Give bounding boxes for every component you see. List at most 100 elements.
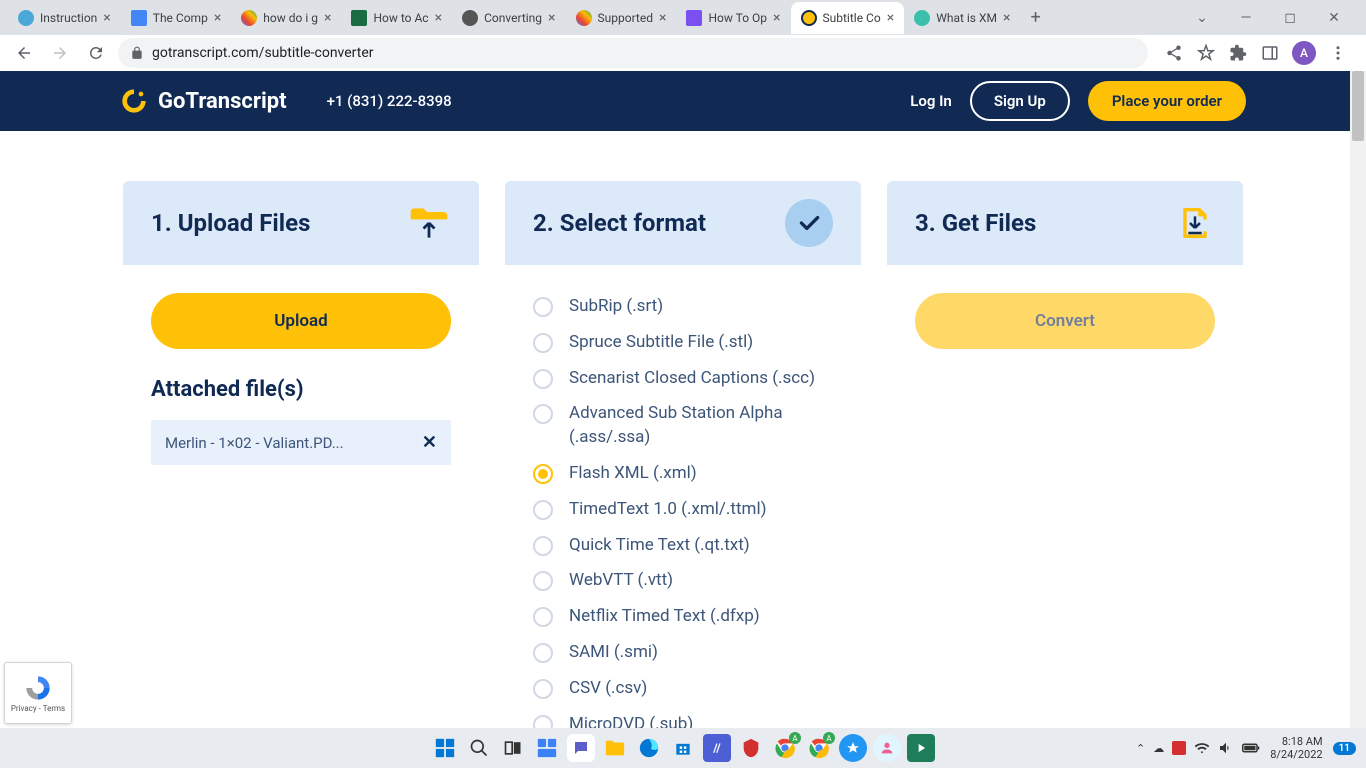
format-option-4[interactable]: Flash XML (.xml): [533, 460, 833, 488]
star-icon[interactable]: [1196, 43, 1216, 63]
close-icon[interactable]: ×: [214, 10, 221, 26]
tab-6[interactable]: How To Op×: [676, 2, 790, 34]
tray-battery-icon[interactable]: [1242, 742, 1260, 754]
tab-3[interactable]: How to Ac×: [341, 2, 452, 34]
tab-4[interactable]: Converting×: [452, 2, 565, 34]
attached-file-chip: Merlin - 1×02 - Valiant.PD... ✕: [151, 420, 451, 465]
reload-button[interactable]: [82, 39, 110, 67]
tray-chevron-icon[interactable]: ⌃: [1136, 742, 1145, 755]
url-text: gotranscript.com/subtitle-converter: [152, 45, 374, 61]
format-option-11[interactable]: MicroDVD (.sub): [533, 711, 833, 728]
radio-icon: [533, 369, 553, 389]
clock[interactable]: 8:18 AM 8/24/2022: [1270, 735, 1322, 761]
task-view-icon[interactable]: [499, 734, 527, 762]
login-link[interactable]: Log In: [910, 92, 952, 110]
site-header: GoTranscript +1 (831) 222-8398 Log In Si…: [0, 71, 1366, 131]
upload-folder-icon: [407, 201, 451, 245]
file-name: Merlin - 1×02 - Valiant.PD...: [165, 434, 344, 452]
close-icon[interactable]: ×: [435, 10, 442, 26]
upload-button[interactable]: Upload: [151, 293, 451, 349]
app-icon-1[interactable]: //: [703, 734, 731, 762]
tray-wifi-icon[interactable]: [1194, 740, 1210, 756]
tab-2[interactable]: how do i g×: [231, 2, 341, 34]
format-option-10[interactable]: CSV (.csv): [533, 675, 833, 703]
remove-file-icon[interactable]: ✕: [422, 432, 437, 453]
notification-badge[interactable]: 11: [1333, 742, 1356, 755]
app-icon-2[interactable]: [737, 734, 765, 762]
close-icon[interactable]: ×: [659, 10, 666, 26]
format-label: Flash XML (.xml): [569, 462, 697, 486]
close-icon[interactable]: ×: [1003, 10, 1010, 26]
format-option-7[interactable]: WebVTT (.vtt): [533, 567, 833, 595]
format-card-title: 2. Select format: [533, 209, 706, 237]
logo[interactable]: GoTranscript: [120, 87, 287, 115]
logo-icon: [120, 87, 148, 115]
tab-bar: Instruction× The Comp× how do i g× How t…: [0, 0, 1366, 35]
format-option-6[interactable]: Quick Time Text (.qt.txt): [533, 532, 833, 560]
start-button[interactable]: [431, 734, 459, 762]
order-button[interactable]: Place your order: [1088, 81, 1246, 121]
tab-5[interactable]: Supported×: [566, 2, 677, 34]
chrome-icon-1[interactable]: A: [771, 734, 799, 762]
extensions-icon[interactable]: [1228, 43, 1248, 63]
format-label: Netflix Timed Text (.dfxp): [569, 605, 760, 629]
format-option-1[interactable]: Spruce Subtitle File (.stl): [533, 329, 833, 357]
format-option-3[interactable]: Advanced Sub Station Alpha (.ass/.ssa): [533, 400, 833, 452]
scrollbar-thumb[interactable]: [1352, 71, 1364, 141]
explorer-icon[interactable]: [601, 734, 629, 762]
maximize-icon[interactable]: ◻: [1278, 6, 1302, 30]
arrow-right-icon: [51, 44, 69, 62]
store-icon[interactable]: [669, 734, 697, 762]
chevron-down-icon[interactable]: ⌄: [1190, 6, 1214, 30]
edge-icon[interactable]: [635, 734, 663, 762]
address-bar-row: gotranscript.com/subtitle-converter A: [0, 35, 1366, 71]
format-option-9[interactable]: SAMI (.smi): [533, 639, 833, 667]
format-option-2[interactable]: Scenarist Closed Captions (.scc): [533, 365, 833, 393]
signup-button[interactable]: Sign Up: [970, 81, 1070, 121]
format-option-0[interactable]: SubRip (.srt): [533, 293, 833, 321]
new-tab-button[interactable]: +: [1020, 7, 1050, 28]
tab-7-active[interactable]: Subtitle Co×: [791, 2, 905, 34]
radio-icon: [533, 679, 553, 699]
close-icon[interactable]: ×: [548, 10, 555, 26]
format-label: Spruce Subtitle File (.stl): [569, 331, 753, 355]
chrome-icon-2[interactable]: A: [805, 734, 833, 762]
share-icon[interactable]: [1164, 43, 1184, 63]
close-icon[interactable]: ×: [887, 10, 894, 26]
widgets-icon[interactable]: [533, 734, 561, 762]
recaptcha-icon: [24, 674, 52, 702]
format-option-8[interactable]: Netflix Timed Text (.dfxp): [533, 603, 833, 631]
tray-cloud-icon[interactable]: ☁: [1153, 742, 1164, 755]
app-icon-4[interactable]: [873, 734, 901, 762]
scrollbar-track[interactable]: [1350, 71, 1366, 728]
search-icon[interactable]: [465, 734, 493, 762]
chat-icon[interactable]: [567, 734, 595, 762]
tab-1[interactable]: The Comp×: [121, 2, 232, 34]
convert-card-title: 3. Get Files: [915, 209, 1036, 237]
format-label: TimedText 1.0 (.xml/.ttml): [569, 498, 767, 522]
close-icon[interactable]: ×: [773, 10, 780, 26]
app-icon-5[interactable]: [907, 734, 935, 762]
tray-app-icon[interactable]: [1172, 741, 1186, 755]
close-icon[interactable]: ×: [103, 10, 110, 26]
profile-avatar[interactable]: A: [1292, 41, 1316, 65]
app-icon-3[interactable]: [839, 734, 867, 762]
format-label: SAMI (.smi): [569, 641, 658, 665]
address-bar[interactable]: gotranscript.com/subtitle-converter: [118, 38, 1148, 68]
close-icon[interactable]: ×: [324, 10, 331, 26]
format-option-5[interactable]: TimedText 1.0 (.xml/.ttml): [533, 496, 833, 524]
convert-button[interactable]: Convert: [915, 293, 1215, 349]
menu-icon[interactable]: [1328, 43, 1348, 63]
check-circle-icon: [785, 199, 833, 247]
sidepanel-icon[interactable]: [1260, 43, 1280, 63]
radio-icon: [533, 333, 553, 353]
back-button[interactable]: [10, 39, 38, 67]
tab-8[interactable]: What is XM×: [904, 2, 1020, 34]
minimize-icon[interactable]: —: [1234, 6, 1258, 30]
tab-0[interactable]: Instruction×: [8, 2, 121, 34]
close-window-icon[interactable]: ✕: [1322, 6, 1346, 30]
arrow-left-icon: [15, 44, 33, 62]
format-label: MicroDVD (.sub): [569, 713, 693, 728]
tray-volume-icon[interactable]: [1218, 740, 1234, 756]
brand-name: GoTranscript: [158, 89, 287, 114]
